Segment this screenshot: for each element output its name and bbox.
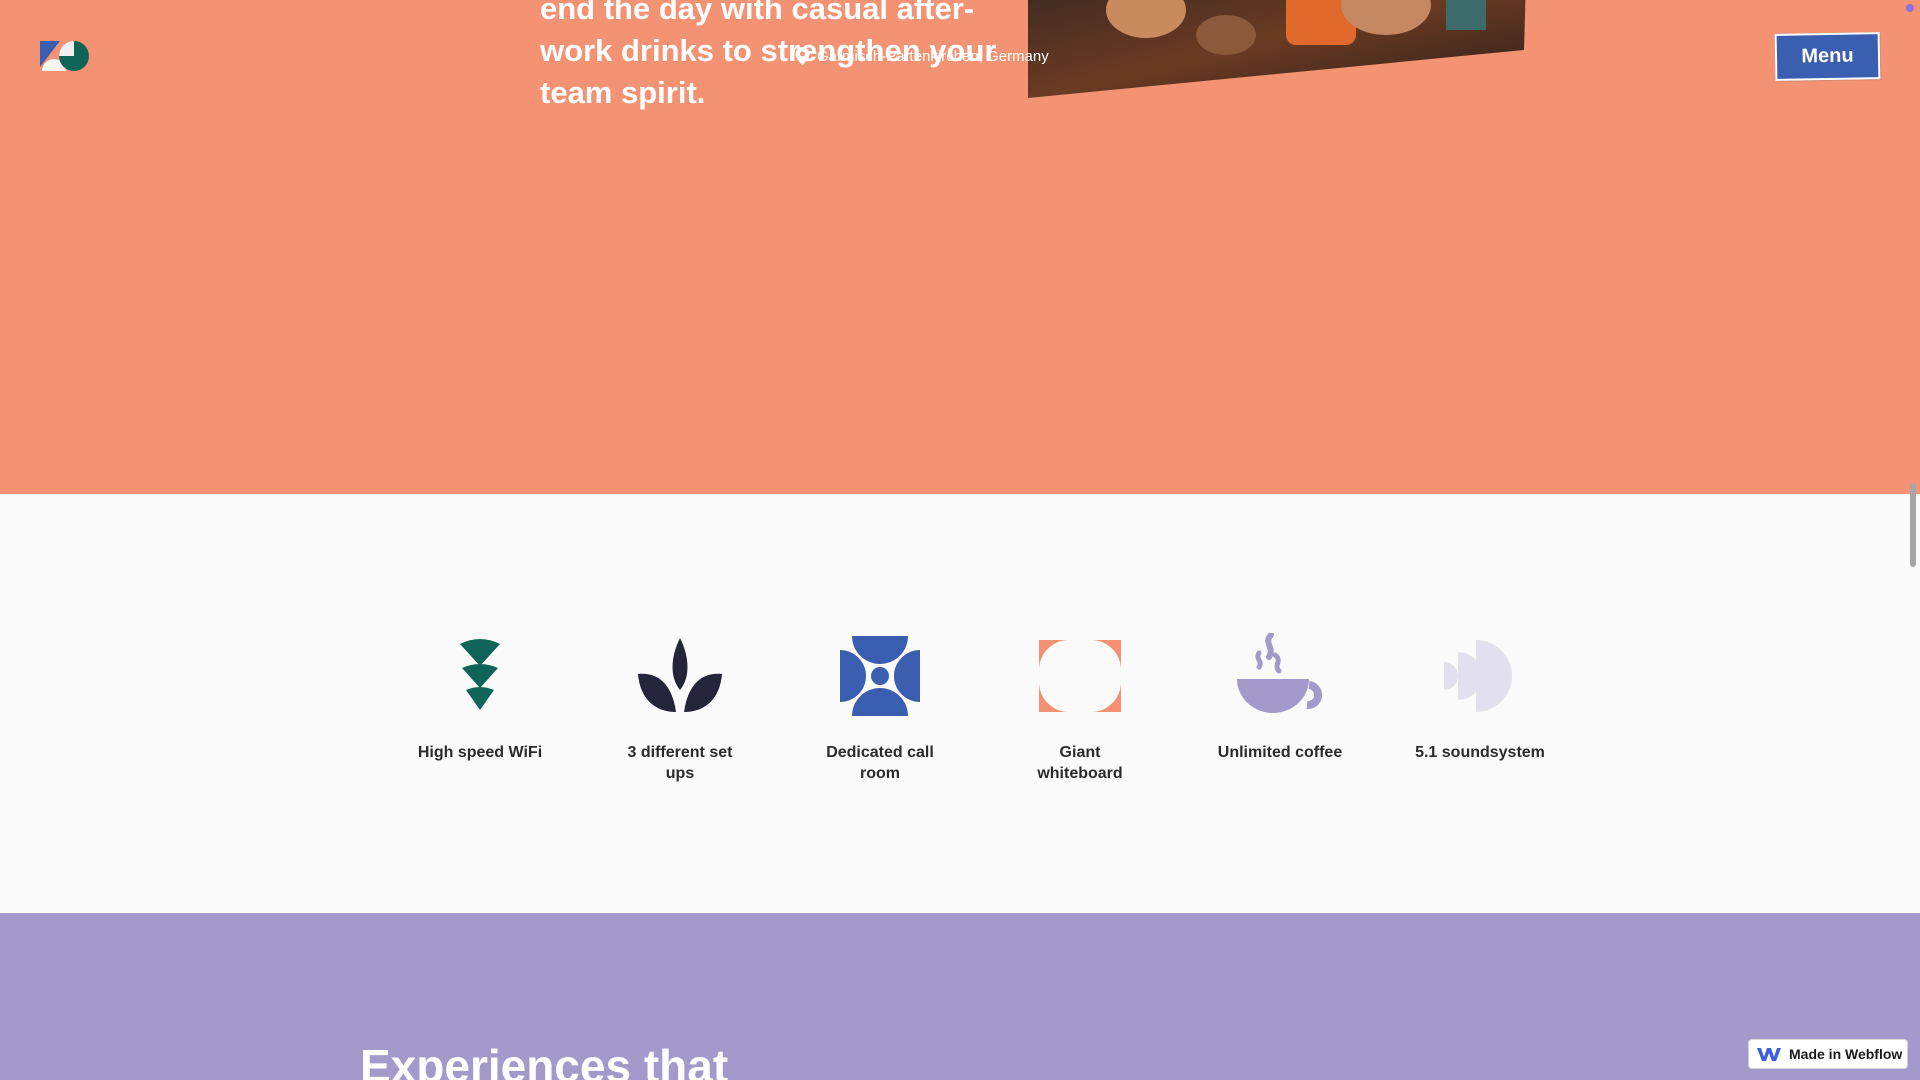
amenity-item: 3 different set ups (580, 630, 780, 784)
amenity-item: 5.1 soundsystem (1380, 630, 1580, 784)
amenity-label: Unlimited coffee (1217, 744, 1343, 761)
hero-photo (1026, 0, 1526, 100)
amenity-label: Giant whiteboard (1037, 744, 1123, 782)
leaf-icon (634, 630, 726, 722)
coffee-icon (1234, 630, 1326, 722)
corner-indicator (1906, 4, 1914, 12)
hero-section: end the day with casual after-work drink… (0, 0, 1920, 494)
experiences-heading: Experiences that (360, 1040, 729, 1080)
amenities-section: High speed WiFi 3 different set ups Dedi… (0, 494, 1920, 913)
amenity-item: Dedicated call room (780, 630, 980, 784)
amenity-item: Giant whiteboard (980, 630, 1180, 784)
amenity-label: Dedicated call room (826, 744, 934, 782)
badge-label: Made in Webflow (1789, 1046, 1903, 1062)
call-room-icon (834, 630, 926, 722)
amenity-label: 5.1 soundsystem (1415, 744, 1545, 761)
experiences-section: Experiences that (0, 913, 1920, 1080)
amenity-label: 3 different set ups (627, 744, 733, 782)
location-label: Garmisch-Partenkirchen, Germany (795, 47, 1049, 65)
map-pin-icon (795, 47, 810, 65)
location-text: Garmisch-Partenkirchen, Germany (817, 47, 1049, 65)
wifi-icon (434, 630, 526, 722)
sound-icon (1434, 630, 1526, 722)
scrollbar-thumb[interactable] (1910, 483, 1916, 567)
made-in-webflow-badge[interactable]: Made in Webflow (1748, 1039, 1908, 1069)
menu-button[interactable]: Menu (1774, 32, 1881, 81)
amenity-item: High speed WiFi (380, 630, 580, 784)
amenity-list: High speed WiFi 3 different set ups Dedi… (380, 630, 1580, 784)
webflow-logo-icon (1757, 1046, 1781, 1062)
amenity-label: High speed WiFi (417, 744, 543, 761)
brand-logo[interactable] (38, 37, 94, 75)
amenity-item: Unlimited coffee (1180, 630, 1380, 784)
whiteboard-icon (1034, 630, 1126, 722)
